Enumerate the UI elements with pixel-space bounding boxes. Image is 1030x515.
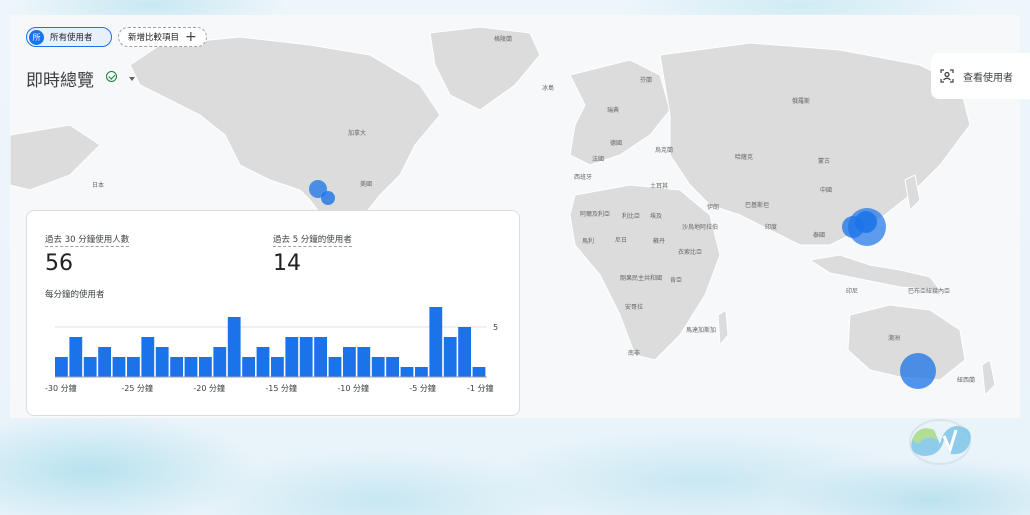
chart-bar — [227, 317, 241, 377]
x-tick-label: -25 分鐘 — [121, 383, 153, 393]
map-label: 剛果民主共和國 — [620, 275, 663, 282]
realtime-metrics-card: 過去 30 分鐘使用人數 56 過去 5 分鐘的使用者 14 每分鐘的使用者 5… — [26, 210, 520, 416]
map-label: 巴布亞紐幾內亞 — [908, 288, 951, 295]
view-users-button[interactable]: 查看使用者 — [931, 53, 1030, 99]
chart-bar — [472, 367, 486, 377]
map-label: 烏克蘭 — [655, 147, 674, 154]
map-label: 印度 — [765, 224, 778, 231]
chart-bar — [69, 337, 83, 377]
chart-bar — [429, 307, 443, 377]
map-label: 南非 — [628, 350, 641, 357]
chart-bar — [371, 357, 385, 377]
chart-bar — [386, 357, 399, 377]
map-label: 德國 — [610, 140, 623, 147]
y-tick-label: 5 — [493, 323, 498, 332]
chart-bar — [170, 357, 183, 377]
x-tick-label: -30 分鐘 — [45, 383, 77, 393]
chart-bar — [314, 337, 327, 377]
chart-bar — [328, 357, 342, 377]
chart-bar — [199, 357, 212, 377]
map-label: 巴基斯坦 — [745, 202, 770, 209]
map-label: 蒙古 — [818, 158, 831, 165]
map-label: 馬達加斯加 — [686, 327, 717, 334]
chart-bar — [127, 357, 140, 377]
chart-bar — [242, 357, 255, 377]
chart-bar — [55, 357, 68, 377]
land-north-america — [129, 36, 441, 231]
plus-icon: + — [185, 29, 197, 45]
map-label: 西班牙 — [574, 174, 593, 181]
chart-bar — [458, 327, 471, 377]
map-label: 印尼 — [846, 288, 859, 295]
caret-down-icon[interactable] — [129, 77, 135, 81]
x-tick-label: -15 分鐘 — [265, 383, 297, 393]
chart-bar — [285, 337, 299, 377]
land-new-zealand — [981, 359, 996, 397]
x-tick-label: -1 分鐘 — [467, 383, 494, 393]
chart-bar — [83, 357, 97, 377]
map-label: 日本 — [92, 182, 105, 189]
view-users-label: 查看使用者 — [963, 72, 1013, 84]
map-label: 安哥拉 — [625, 304, 644, 311]
chart-bar — [256, 347, 270, 377]
chart-bar — [415, 367, 428, 377]
map-label: 加拿大 — [348, 130, 367, 137]
map-label: 俄羅斯 — [792, 98, 811, 105]
chart-bar — [112, 357, 126, 377]
map-bubble-australia — [900, 353, 936, 389]
chart-bar — [343, 347, 356, 377]
chart-bar — [271, 357, 284, 377]
x-tick-label: -20 分鐘 — [193, 383, 225, 393]
map-label: 衣索比亞 — [678, 249, 703, 256]
user-scan-icon — [940, 69, 954, 83]
map-label: 肯亞 — [670, 277, 683, 284]
all-users-chip[interactable]: 所 所有使用者 — [26, 27, 112, 47]
map-label: 伊朗 — [707, 204, 720, 211]
page-title: 即時總覽 — [26, 71, 94, 91]
map-label: 沙烏地阿拉伯 — [682, 224, 719, 231]
watermark-logo — [909, 419, 971, 465]
chart-bar — [299, 337, 313, 377]
land-alaska — [10, 124, 101, 191]
map-label: 法國 — [592, 156, 605, 163]
chart-bar — [357, 347, 371, 377]
land-greenland — [429, 26, 541, 111]
map-label: 美國 — [360, 181, 373, 188]
chart-bar — [98, 347, 111, 377]
segment-avatar: 所 — [29, 29, 44, 45]
add-comparison-button[interactable]: 新增比較項目 + — [118, 27, 207, 47]
check-circle-icon — [106, 71, 117, 82]
map-label: 中國 — [820, 187, 833, 194]
map-label: 泰國 — [813, 232, 826, 239]
map-label: 芬蘭 — [640, 77, 653, 84]
map-label: 哈薩克 — [735, 154, 754, 161]
add-comparison-label: 新增比較項目 — [128, 33, 180, 43]
x-tick-label: -5 分鐘 — [409, 383, 436, 393]
land-madagascar — [717, 309, 729, 347]
chart-bar — [184, 357, 198, 377]
map-label: 格陵蘭 — [494, 36, 513, 43]
map-bubble-taiwan-core — [855, 211, 877, 233]
map-label: 尼日 — [615, 237, 628, 244]
map-label: 澳洲 — [888, 335, 901, 342]
map-label: 利比亞 — [622, 213, 641, 220]
map-label: 埃及 — [650, 213, 663, 220]
map-label: 土耳其 — [650, 183, 669, 190]
chart-bar — [400, 367, 414, 377]
map-label: 冰島 — [542, 85, 555, 92]
all-users-label: 所有使用者 — [50, 33, 93, 43]
map-bubble-us-west-2 — [321, 191, 335, 205]
chart-bar — [155, 347, 169, 377]
map-label: 紐西蘭 — [957, 377, 976, 384]
chart-bar — [443, 337, 457, 377]
land-indonesia — [808, 254, 942, 291]
chart-bar — [213, 347, 227, 377]
map-label: 馬利 — [582, 238, 595, 245]
per-minute-bar-chart[interactable]: 5 -30 分鐘 -25 分鐘 -20 分鐘 -15 分鐘 -10 分鐘 -5 分鐘 -1 分… — [27, 211, 521, 417]
x-tick-label: -10 分鐘 — [337, 383, 369, 393]
map-label: 阿爾及利亞 — [580, 211, 611, 218]
chart-bar — [141, 337, 155, 377]
map-label: 蘇丹 — [653, 238, 666, 245]
map-label: 瑞典 — [607, 107, 620, 114]
